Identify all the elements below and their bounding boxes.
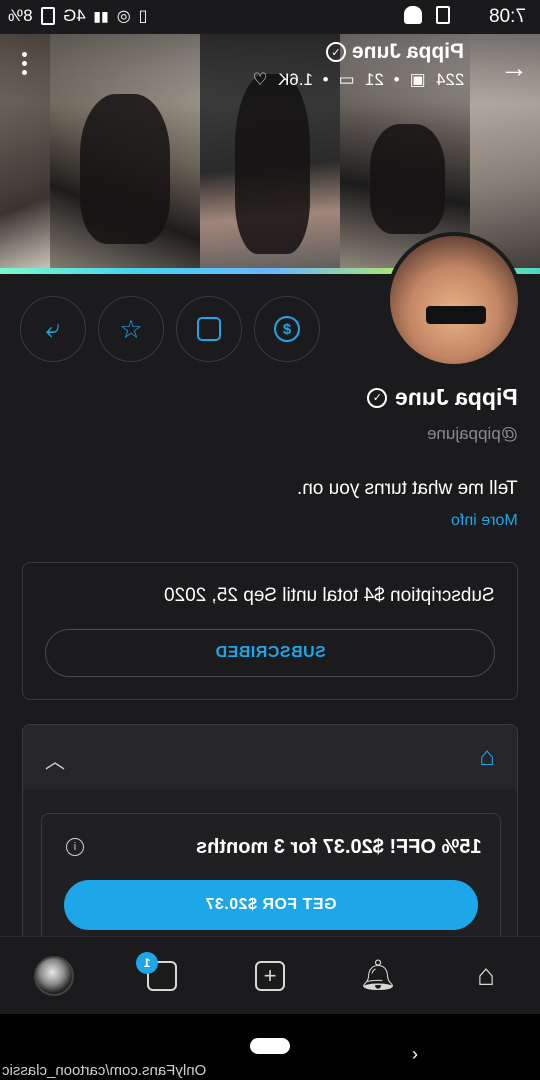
get-bundle-label: GET FOR $20.37 — [205, 896, 337, 913]
plus-icon: + — [255, 960, 285, 991]
subscription-card: Subscription $4 total until Sep 25, 2020… — [22, 562, 518, 700]
nav-notifications[interactable]: 🔔︎ — [348, 946, 408, 1006]
promotion-card: ︿ ⌂ i 15% OFF! $20.37 for 3 months GET F… — [22, 724, 518, 973]
back-chevron-icon[interactable]: › — [412, 1044, 418, 1065]
cover-name: ✓ Pippa June — [252, 40, 464, 64]
verified-icon: ✓ — [325, 42, 346, 62]
signal-icon: ▮▮ — [93, 7, 109, 24]
bell-icon: 🔔︎ — [358, 959, 398, 992]
profile-actions: ⤶ ☆ $ — [20, 296, 320, 362]
videos-count: 21 — [364, 70, 384, 89]
message-icon — [197, 317, 221, 341]
verified-icon: ✓ — [367, 387, 388, 408]
subscribed-button[interactable]: SUBSCRIBED — [45, 629, 495, 677]
cover-name-text: Pippa June — [351, 40, 464, 63]
video-icon: ▭ — [338, 70, 355, 89]
promotion-header[interactable]: ︿ ⌂ — [23, 725, 517, 789]
nav-messages[interactable]: 1 — [132, 946, 192, 1006]
subscription-text: Subscription $4 total until Sep 25, 2020 — [164, 585, 495, 606]
watermark: OnlyFans.com/cartoon_classic — [2, 1062, 207, 1079]
chevron-up-icon[interactable]: ︿ — [45, 745, 65, 774]
info-icon[interactable]: i — [66, 838, 84, 856]
bottom-nav: 1 + 🔔︎ ⌂ — [0, 936, 540, 1014]
profile-name-text: Pippa June — [395, 384, 518, 410]
network-text: 4G — [62, 6, 86, 25]
photo-icon: ▣ — [409, 70, 426, 89]
dollar-icon: $ — [274, 316, 300, 342]
system-nav-bar: › OnlyFans.com/cartoon_classic — [0, 1014, 540, 1080]
get-bundle-button[interactable]: GET FOR $20.37 — [64, 880, 478, 930]
profile-bio: Tell me what turns you on. — [297, 478, 518, 499]
more-options-icon[interactable] — [22, 52, 28, 79]
home-pill[interactable] — [250, 1038, 290, 1054]
alert-icon — [436, 6, 450, 24]
nav-new-post[interactable]: + — [240, 946, 300, 1006]
notification-icons — [404, 6, 450, 24]
home-icon: ⌂ — [476, 958, 496, 992]
star-icon: ☆ — [119, 313, 143, 344]
status-left: 8% 4G ▮▮ ◎ ▯ — [8, 6, 147, 26]
nav-profile[interactable] — [24, 946, 84, 1006]
status-bar: 8% 4G ▮▮ ◎ ▯ 7:08 — [0, 0, 540, 34]
battery-text: 8% — [8, 6, 33, 25]
clock: 7:08 — [489, 6, 526, 27]
battery-icon — [40, 7, 55, 25]
back-arrow-icon[interactable]: → — [500, 52, 528, 84]
message-button[interactable] — [176, 296, 242, 362]
user-avatar — [34, 955, 74, 996]
subscribed-label: SUBSCRIBED — [214, 644, 326, 661]
photos-count: 224 — [435, 70, 464, 89]
likes-icon: ♡ — [252, 70, 268, 89]
more-info-link[interactable]: More info — [451, 512, 518, 530]
profile-avatar[interactable] — [386, 232, 522, 368]
promotion-text: 15% OFF! $20.37 for 3 months — [196, 836, 482, 858]
favorite-button[interactable]: ☆ — [98, 296, 164, 362]
share-icon: ⤶ — [45, 313, 61, 343]
share-button[interactable]: ⤶ — [20, 296, 86, 362]
cover-title: ✓ Pippa June ♡ 1.6K • ▭ 21 • ▣ 224 — [252, 40, 464, 90]
snapchat-icon — [404, 6, 422, 24]
nav-home[interactable]: ⌂ — [456, 946, 516, 1006]
vibrate-icon: ▯ — [138, 8, 148, 25]
profile-name: ✓ Pippa June — [367, 384, 518, 411]
tip-button[interactable]: $ — [254, 296, 320, 362]
messages-badge: 1 — [136, 951, 158, 974]
cover-stats: ♡ 1.6K • ▭ 21 • ▣ 224 — [252, 70, 464, 89]
price-tag-icon: ⌂ — [479, 741, 495, 771]
profile-handle: @pippajune — [427, 424, 518, 443]
likes-count: 1.6K — [277, 70, 313, 89]
hotspot-icon: ◎ — [116, 8, 131, 25]
